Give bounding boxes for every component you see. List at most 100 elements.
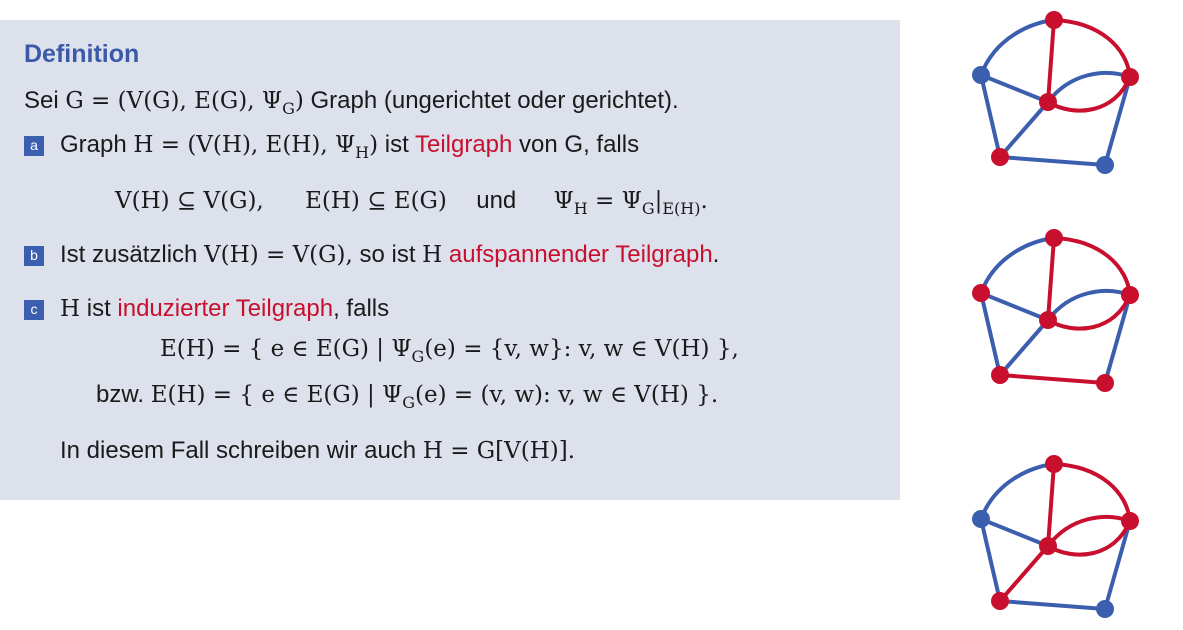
graph1-node (1096, 156, 1114, 174)
item-a-formula: V(H) ⊆ V(G), E(H) ⊆ E(G) und ΨH = ΨG|E(H… (115, 186, 708, 224)
c-bzw: bzw. (96, 381, 145, 408)
intro-math-post: ) (294, 88, 304, 114)
graph2-node (1039, 311, 1057, 329)
graph2-edge (979, 291, 1002, 377)
c-formula1: E(H) = { e ∈ E(G) | Ψ (160, 336, 412, 362)
intro-line: Sei G = (V(G), E(G), ΨG) Graph (ungerich… (24, 86, 679, 124)
c-formula2: E(H) = { e ∈ E(G) | Ψ (150, 382, 403, 408)
graph3-node (972, 510, 990, 528)
formula-part3-sub3: E(H) (662, 198, 701, 218)
item-a-text-post: von G, falls (519, 131, 640, 158)
graph1-node (972, 66, 990, 84)
graph3-node (1045, 455, 1063, 473)
c-note-math: H = G[V(H)]. (422, 438, 576, 464)
intro-text-pre: Sei (24, 87, 59, 114)
item-c-note: In diesem Fall schreiben wir auch H = G[… (60, 436, 575, 466)
item-a-math: H = (V(H), E(H), Ψ (133, 132, 356, 158)
formula-part3-pre: Ψ (553, 188, 574, 214)
intro-text-post: Graph (ungerichtet oder gerichtet). (310, 87, 679, 114)
item-a-highlight: Teilgraph (414, 131, 513, 158)
item-b-text-post: . (712, 241, 720, 268)
item-c-line: H ist induzierter Teilgraph, falls (60, 294, 389, 324)
graph2-edge (979, 236, 1056, 295)
graph1-node (1045, 11, 1063, 29)
c-formula1-post: (e) = {v, w}: v, w ∈ V(H) }, (424, 336, 739, 362)
graph1-edge (979, 73, 1002, 159)
c-note-text: In diesem Fall schreiben wir auch (60, 437, 417, 464)
item-c-formula1: E(H) = { e ∈ E(G) | ΨG(e) = {v, w}: v, w… (160, 334, 739, 372)
graph3-node (1096, 600, 1114, 618)
item-a-text-mid: ist (384, 131, 409, 158)
graph2-node (1096, 374, 1114, 392)
graph1-edge (998, 155, 1107, 167)
formula-part3-sub2: G (641, 198, 655, 218)
graph3-edge (979, 462, 1056, 521)
graph3-edge (998, 544, 1050, 603)
c-formula2-post: (e) = (v, w): v, w ∈ V(H) }. (415, 382, 719, 408)
graph1-edge (979, 73, 1050, 104)
graph3-edge (998, 599, 1107, 611)
item-c-text-post: , falls (333, 295, 390, 322)
item-c-highlight: induzierter Teilgraph (117, 295, 334, 322)
graph2-node (1045, 229, 1063, 247)
graph-subgraph-example (972, 11, 1139, 174)
item-a-line: Graph H = (V(H), E(H), ΨH) ist Teilgraph… (60, 130, 639, 168)
graph2-edge (1046, 236, 1056, 322)
graph1-node (1121, 68, 1139, 86)
graph2-node (1121, 286, 1139, 304)
formula-part3-end: . (700, 188, 708, 214)
formula-part2: E(H) ⊆ E(G) (305, 188, 447, 214)
graph2-edge (979, 291, 1050, 322)
item-b-highlight: aufspannender Teilgraph (448, 241, 713, 268)
item-b-text-pre: Ist zusätzlich (60, 241, 198, 268)
item-a-marker: a (24, 136, 44, 156)
definition-title: Definition (24, 40, 140, 68)
graph-spanning-subgraph-example (972, 229, 1139, 392)
item-a-math-post: ) (369, 132, 379, 158)
graph1-edge (1046, 18, 1056, 104)
graph3-edge (1046, 462, 1056, 548)
item-c-text-pre: ist (86, 295, 111, 322)
graph1-edge (1103, 75, 1132, 167)
c-formula2-sub: G (402, 392, 416, 412)
item-c-math-pre: H (60, 296, 81, 322)
formula-part3-mid: = Ψ (587, 188, 642, 214)
graph3-edge (1046, 519, 1132, 557)
graph1-node (991, 148, 1009, 166)
graph3-edge (979, 517, 1050, 548)
graph3-edge (979, 517, 1002, 603)
item-c-formula2: bzw. E(H) = { e ∈ E(G) | ΨG(e) = (v, w):… (96, 380, 718, 418)
intro-math-sub: G (282, 98, 295, 118)
item-b-text-mid: so ist (359, 241, 416, 268)
graph3-node (1121, 512, 1139, 530)
graph1-node (1039, 93, 1057, 111)
formula-part3-sub: H (573, 198, 588, 218)
graph-induced-subgraph-example (972, 455, 1139, 618)
item-b-marker: b (24, 246, 44, 266)
item-b-math: V(H) = V(G), (204, 242, 353, 268)
graph1-edge (979, 18, 1056, 77)
item-c-marker: c (24, 300, 44, 320)
item-b-math2: H (422, 242, 443, 268)
graph1-edge (998, 100, 1050, 159)
graph2-edge (1103, 293, 1132, 385)
graph2-edge (1052, 236, 1132, 297)
item-b-line: Ist zusätzlich V(H) = V(G), so ist H auf… (60, 240, 719, 270)
graph1-edge (1046, 75, 1132, 113)
item-a-text-pre: Graph (60, 131, 127, 158)
intro-math: G = (V(G), E(G), Ψ (65, 88, 283, 114)
graph2-node (991, 366, 1009, 384)
graph2-edge (998, 318, 1050, 377)
graph3-edge (1052, 462, 1132, 523)
graph2-node (972, 284, 990, 302)
graph2-edge (1046, 293, 1132, 331)
formula-und: und (476, 187, 517, 214)
graph3-node (991, 592, 1009, 610)
c-formula1-sub: G (411, 346, 425, 366)
graph3-edge (1103, 519, 1132, 611)
graph1-edge (1052, 18, 1132, 79)
graph3-node (1039, 537, 1057, 555)
item-a-math-sub: H (355, 142, 370, 162)
formula-part1: V(H) ⊆ V(G), (115, 188, 264, 214)
graph2-edge (998, 373, 1107, 385)
